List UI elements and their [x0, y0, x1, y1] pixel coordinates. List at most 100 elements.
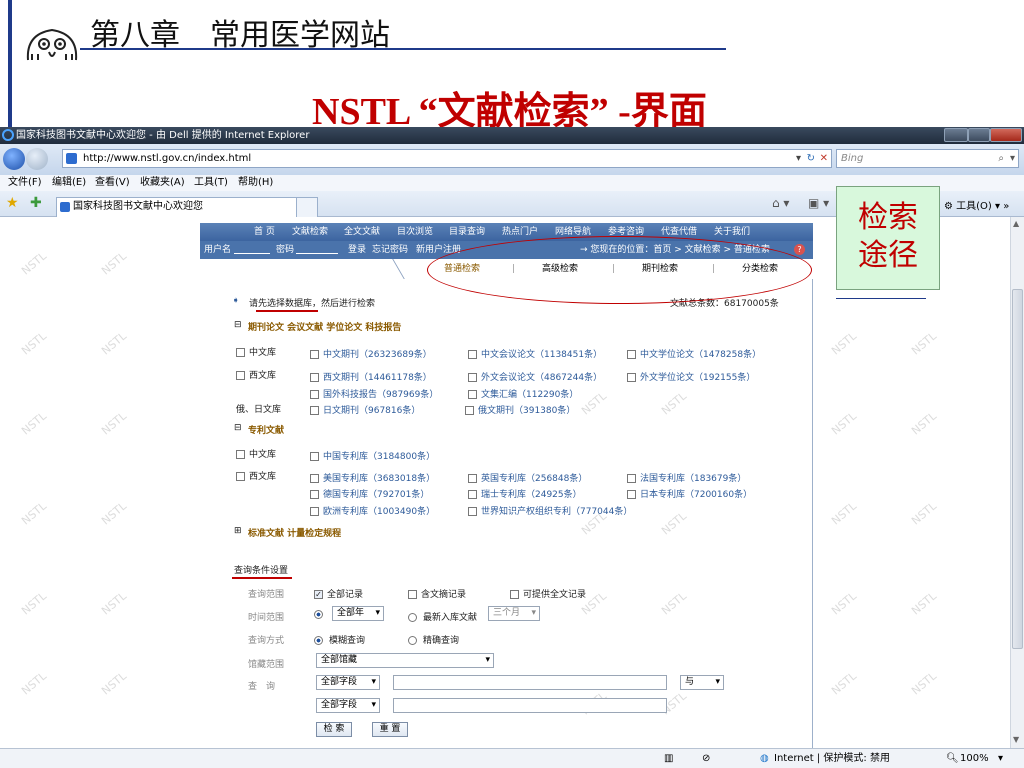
globe-icon: ◍	[760, 753, 769, 764]
db-cn-journal[interactable]: 中文期刊（26323689条）	[310, 347, 432, 360]
mode-fuzzy-radio[interactable]: 模糊查询	[314, 633, 365, 646]
query-heading-underline	[232, 577, 292, 579]
scroll-thumb[interactable]	[1012, 289, 1023, 649]
query-label: 查 询	[248, 682, 276, 692]
db-ch-patent[interactable]: 瑞士专利库（24925条）	[468, 487, 582, 500]
watermark: NSTL	[19, 589, 49, 618]
db-foreign-report[interactable]: 国外科技报告（987969条）	[310, 387, 438, 400]
prompt-underline	[256, 310, 318, 312]
scope-fulltext-checkbox[interactable]: 可提供全文记录	[510, 587, 586, 600]
maximize-button[interactable]	[968, 128, 990, 142]
query-input-1[interactable]	[393, 675, 667, 690]
menu-favorites[interactable]: 收藏夹(A)	[140, 175, 185, 191]
close-window-button[interactable]	[990, 128, 1022, 142]
vertical-scrollbar[interactable]: ▲ ▼	[1010, 217, 1024, 748]
db-fr-patent[interactable]: 法国专利库（183679条）	[627, 471, 746, 484]
scroll-up-icon[interactable]: ▲	[1013, 219, 1022, 229]
nav-fulltext[interactable]: 全文文献	[344, 223, 380, 241]
search-dropdown-icon[interactable]: ▾	[1010, 150, 1015, 167]
time-all-radio[interactable]	[314, 610, 329, 620]
menu-file[interactable]: 文件(F)	[8, 175, 42, 191]
query-input-2[interactable]	[393, 698, 667, 713]
add-favorite-icon[interactable]: ✚	[30, 195, 42, 211]
scroll-down-icon[interactable]: ▼	[1013, 735, 1022, 745]
search-button[interactable]: 检 索	[316, 722, 352, 737]
zoom-dropdown-icon[interactable]: ▾	[998, 749, 1003, 768]
refresh-icon[interactable]: ↻	[807, 150, 815, 167]
menu-edit[interactable]: 编辑(E)	[52, 175, 86, 191]
watermark: NSTL	[19, 499, 49, 528]
field2-select[interactable]: 全部字段	[316, 698, 380, 713]
holding-select[interactable]: 全部馆藏	[316, 653, 494, 668]
search-icon[interactable]: ⌕	[998, 150, 1004, 167]
nav-home[interactable]: 首 页	[254, 223, 275, 241]
nav-about[interactable]: 关于我们	[714, 223, 750, 241]
collapse-icon[interactable]: ⊟	[234, 423, 242, 433]
db-cn-conference[interactable]: 中文会议论文（1138451条）	[468, 347, 602, 360]
stop-icon[interactable]: ✕	[820, 150, 828, 167]
menu-view[interactable]: 查看(V)	[95, 175, 130, 191]
password-input[interactable]	[296, 253, 338, 254]
back-arrow-icon[interactable]	[3, 148, 25, 170]
db-de-patent[interactable]: 德国专利库（792701条）	[310, 487, 429, 500]
lib-western-check[interactable]: 西文库	[236, 368, 276, 381]
help-icon[interactable]: ?	[794, 244, 805, 255]
zoom-level[interactable]: 100%	[960, 749, 989, 768]
minimize-button[interactable]	[944, 128, 968, 142]
nav-toc-browse[interactable]: 目次浏览	[397, 223, 433, 241]
watermark: NSTL	[19, 409, 49, 438]
zoom-icon: 🔍︎	[946, 753, 959, 764]
mode-label: 查询方式	[248, 636, 285, 646]
feeds-icon[interactable]: ▣ ▾	[808, 196, 829, 210]
login-link[interactable]: 登录	[348, 241, 366, 259]
watermark: NSTL	[99, 329, 129, 358]
home-icon[interactable]: ⌂ ▾	[772, 196, 789, 210]
mode-exact-radio[interactable]: 精确查询	[408, 633, 459, 646]
site-nav: 首 页 文献检索 全文文献 目次浏览 目录查询 热点门户 网络导航 参考咨询 代…	[200, 223, 813, 241]
db-us-patent[interactable]: 美国专利库（3683018条）	[310, 471, 435, 484]
nav-catalog-query[interactable]: 目录查询	[449, 223, 485, 241]
db-ru-journal[interactable]: 俄文期刊（391380条）	[465, 403, 575, 416]
db-eu-patent[interactable]: 欧洲专利库（1003490条）	[310, 504, 435, 517]
db-cn-thesis[interactable]: 中文学位论文（1478258条）	[627, 347, 761, 360]
nav-hot-portal[interactable]: 热点门户	[502, 223, 538, 241]
lib-western-patent-check[interactable]: 西文库	[236, 469, 276, 482]
db-west-journal[interactable]: 西文期刊（14461178条）	[310, 370, 432, 383]
db-jp-patent[interactable]: 日本专利库（7200160条）	[627, 487, 752, 500]
year-select[interactable]: 全部年	[332, 606, 384, 621]
watermark: NSTL	[99, 249, 129, 278]
time-latest-radio[interactable]: 最新入库文献	[408, 610, 477, 623]
dropdown-arrow-icon[interactable]: ▾	[796, 150, 801, 167]
field1-select[interactable]: 全部字段	[316, 675, 380, 690]
lib-chinese-patent-check[interactable]: 中文库	[236, 447, 276, 460]
username-input[interactable]	[234, 253, 270, 254]
favorites-star-icon[interactable]: ★	[6, 195, 19, 211]
url-input[interactable]: http://www.nstl.gov.cn/index.html ▾ ↻ ✕	[62, 149, 832, 168]
browser-tab[interactable]: 国家科技图书文献中心欢迎您	[56, 197, 316, 217]
forward-arrow-icon[interactable]	[26, 148, 48, 170]
db-cn-patent[interactable]: 中国专利库（3184800条）	[310, 449, 435, 462]
menu-tools[interactable]: 工具(T)	[194, 175, 228, 191]
db-proceedings[interactable]: 文集汇编（112290条）	[468, 387, 578, 400]
expand-icon[interactable]: ⊞	[234, 526, 242, 536]
db-wipo-patent[interactable]: 世界知识产权组织专利（777044条）	[468, 504, 632, 517]
new-tab-button[interactable]	[296, 197, 318, 217]
watermark: NSTL	[909, 589, 939, 618]
tools-button[interactable]: ⚙ 工具(O) ▾ »	[944, 197, 1009, 212]
nav-literature-search[interactable]: 文献检索	[292, 223, 328, 241]
months-select[interactable]: 三个月	[488, 606, 540, 621]
db-foreign-thesis[interactable]: 外文学位论文（192155条）	[627, 370, 755, 383]
lib-chinese-check[interactable]: 中文库	[236, 345, 276, 358]
search-input[interactable]: Bing ⌕ ▾	[836, 149, 1019, 168]
scope-all-checkbox[interactable]: 全部记录	[314, 587, 363, 600]
boolean-select[interactable]: 与	[680, 675, 724, 690]
scope-abstract-checkbox[interactable]: 含文摘记录	[408, 587, 466, 600]
collapse-icon[interactable]: ⊟	[234, 320, 242, 330]
db-foreign-conference[interactable]: 外文会议论文（4867244条）	[468, 370, 602, 383]
db-jp-journal[interactable]: 日文期刊（967816条）	[310, 403, 420, 416]
protected-mode-icon: ⊘	[702, 753, 711, 764]
reset-button[interactable]: 重 置	[372, 722, 408, 737]
db-uk-patent[interactable]: 英国专利库（256848条）	[468, 471, 587, 484]
menu-help[interactable]: 帮助(H)	[238, 175, 273, 191]
forgot-password-link[interactable]: 忘记密码	[372, 241, 408, 259]
